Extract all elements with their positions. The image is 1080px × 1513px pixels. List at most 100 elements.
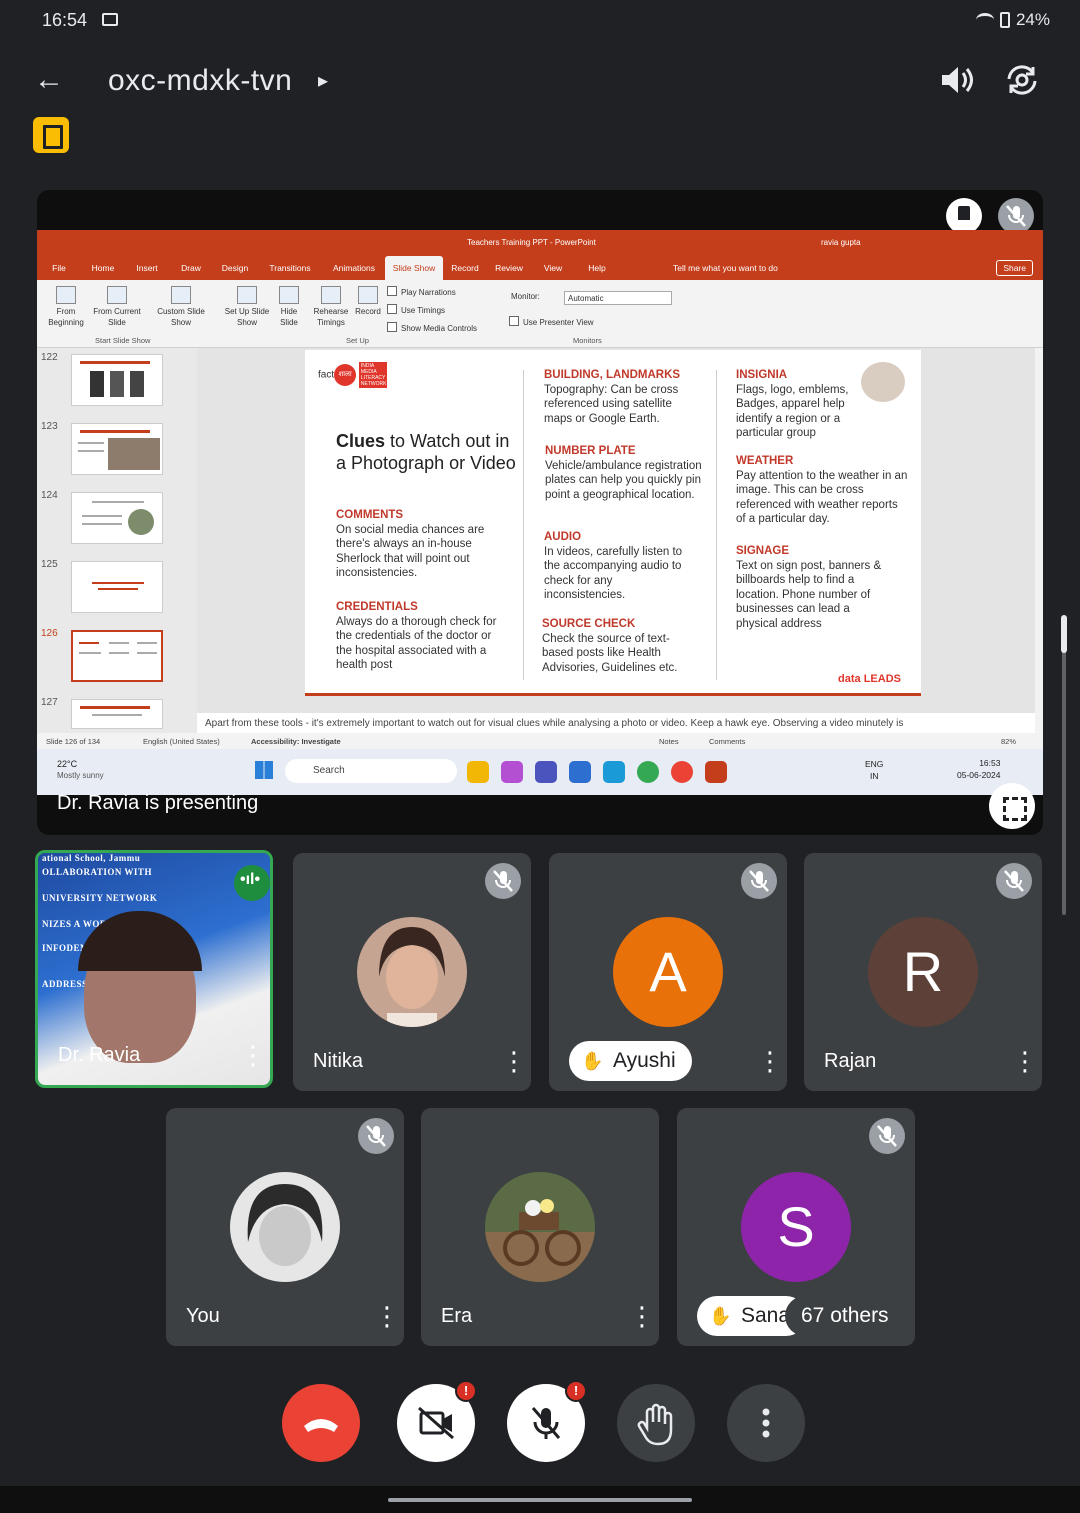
ppt-use-timings: Use Timings: [387, 304, 445, 315]
factshala-badge-image: [861, 362, 905, 402]
clue-block: AUDIO In videos, carefully listen to the …: [544, 530, 694, 603]
participant-tile-others[interactable]: S Sana 67 others: [677, 1108, 915, 1346]
hide-slide-icon: [279, 286, 299, 304]
more-options-icon[interactable]: [374, 1304, 382, 1328]
ppt-window-title: Teachers Training PPT - PowerPoint: [467, 238, 596, 247]
ppt-share-button: Share: [996, 260, 1033, 276]
status-time: 16:54: [42, 10, 88, 30]
more-options-icon[interactable]: [629, 1304, 637, 1328]
speaking-indicator-icon: [234, 865, 270, 901]
clue-heading: SOURCE CHECK: [542, 618, 636, 630]
switch-camera-button[interactable]: [1002, 62, 1042, 98]
copilot-icon: [501, 761, 523, 783]
others-count-chip[interactable]: 67 others: [785, 1296, 905, 1336]
camera-toggle-button[interactable]: !: [397, 1380, 477, 1462]
ppt-ribbon-label: From Current Slide: [93, 307, 141, 327]
meeting-activity-icon[interactable]: [33, 117, 69, 153]
participant-tile-self[interactable]: You: [166, 1108, 404, 1346]
ppt-slide-count: Slide 126 of 134: [46, 737, 101, 746]
speaker-icon: [942, 67, 973, 93]
meeting-info-chevron-icon[interactable]: ▸: [318, 68, 328, 93]
more-options-icon[interactable]: [501, 1049, 509, 1073]
participant-tile[interactable]: Nitika: [293, 853, 531, 1091]
presentation-tile[interactable]: Teachers Training PPT - PowerPoint ravia…: [37, 190, 1043, 835]
more-options-icon[interactable]: [1012, 1049, 1020, 1073]
participant-tile[interactable]: Era: [421, 1108, 659, 1346]
taskbar-language: ENG IN: [865, 758, 883, 782]
clue-heading: WEATHER: [736, 455, 794, 467]
thumb-number: 125: [41, 559, 58, 570]
ppt-notes: Apart from these tools - it's extremely …: [197, 713, 1035, 733]
participant-photo: [485, 1172, 595, 1282]
custom-show-icon: [171, 286, 191, 304]
end-call-button[interactable]: [282, 1384, 360, 1462]
clue-heading: AUDIO: [544, 531, 582, 543]
clue-body: In videos, carefully listen to the accom…: [544, 545, 683, 602]
ppt-tab: Animations: [332, 263, 376, 273]
ppt-group-label: Monitors: [573, 336, 602, 345]
ppt-tab: Transitions: [269, 263, 311, 273]
thumb-number: 126: [41, 628, 58, 639]
slide-thumbnail: [71, 423, 163, 475]
weather-widget: 22°C Mostly sunny: [57, 759, 104, 781]
ppt-language: English (United States): [143, 737, 220, 746]
more-options-icon[interactable]: [757, 1049, 765, 1073]
logo-badge: शाला: [334, 364, 357, 386]
clue-body: Vehicle/ambulance registration plates ca…: [545, 459, 702, 501]
meeting-code[interactable]: oxc-mdxk-tvn: [108, 64, 292, 98]
participant-tile[interactable]: A Ayushi: [549, 853, 787, 1091]
more-options-icon[interactable]: [240, 1043, 248, 1067]
thumb-number: 122: [41, 352, 58, 363]
mic-off-icon: [996, 863, 1032, 899]
ppt-tab: Insert: [136, 263, 158, 273]
more-vert-icon: [762, 1408, 770, 1438]
back-button[interactable]: ←: [34, 62, 70, 98]
file-explorer-icon: [467, 761, 489, 783]
scrollbar[interactable]: [1062, 615, 1066, 915]
slide-thumbnail: [71, 354, 163, 406]
slide-title: Clues to Watch out in a Photograph or Vi…: [336, 430, 516, 474]
clue-heading: NUMBER PLATE: [545, 445, 636, 457]
clue-block: SOURCE CHECK Check the source of text-bas…: [542, 617, 697, 675]
ppt-tab-slide-show: Slide Show: [385, 256, 443, 280]
ppt-from-beginning: From Beginning: [45, 286, 87, 328]
participant-tile[interactable]: R Rajan: [804, 853, 1042, 1091]
chrome-icon: [637, 761, 659, 783]
participant-photo: [357, 917, 467, 1027]
clue-block: BUILDING, LANDMARKS Topography: Can be cr…: [544, 368, 699, 426]
windows-taskbar: 22°C Mostly sunny Search ENG IN 16:53 05-06…: [37, 749, 1043, 795]
raise-hand-button[interactable]: [617, 1384, 695, 1462]
mic-toggle-button[interactable]: !: [507, 1380, 587, 1462]
participant-name: Rajan: [824, 1050, 877, 1072]
clue-body: Text on sign post, banners & billboards …: [736, 559, 882, 630]
hand-icon: [637, 1403, 673, 1446]
mic-off-icon: [998, 198, 1034, 234]
setup-icon: [237, 286, 257, 304]
audio-output-button[interactable]: [936, 62, 976, 98]
ppt-ribbon: From Beginning From Current Slide Custom…: [37, 280, 1043, 348]
ppt-slide-area: fact शाला INDIA MEDIA LITERACY NETWORK Cl…: [197, 348, 1035, 713]
ppt-ribbon-label: Custom Slide Show: [157, 307, 205, 327]
mic-off-icon: [358, 1118, 394, 1154]
ppt-custom-show: Custom Slide Show: [151, 286, 211, 328]
clue-body: On social media chances are there's alwa…: [336, 523, 485, 580]
clue-body: Always do a thorough check for the crede…: [336, 615, 497, 672]
mic-off-icon: [869, 1118, 905, 1154]
video-background-text: ational School, Jammu: [42, 853, 141, 863]
more-options-button[interactable]: [727, 1384, 805, 1462]
fullscreen-button[interactable]: [989, 783, 1035, 829]
ppt-ribbon-label: Rehearse Timings: [313, 307, 349, 327]
clue-heading: INSIGNIA: [736, 369, 788, 381]
ppt-tab: Review: [495, 263, 523, 273]
current-slide: fact शाला INDIA MEDIA LITERACY NETWORK Cl…: [305, 350, 921, 696]
scrollbar-thumb[interactable]: [1061, 615, 1067, 653]
ppt-ribbon-label: Set Up Slide Show: [224, 307, 270, 327]
pin-button[interactable]: [946, 198, 982, 234]
clock-date: 05-06-2024: [957, 770, 1001, 780]
participant-tile[interactable]: ational School, Jammu OLLABORATION WITH …: [35, 850, 273, 1088]
ppt-tab: Home: [91, 263, 115, 273]
ppt-group-label: Set Up: [346, 336, 369, 345]
home-gesture-bar[interactable]: [388, 1498, 692, 1502]
ppt-from-current: From Current Slide: [89, 286, 145, 328]
participant-avatar: R: [868, 917, 978, 1027]
